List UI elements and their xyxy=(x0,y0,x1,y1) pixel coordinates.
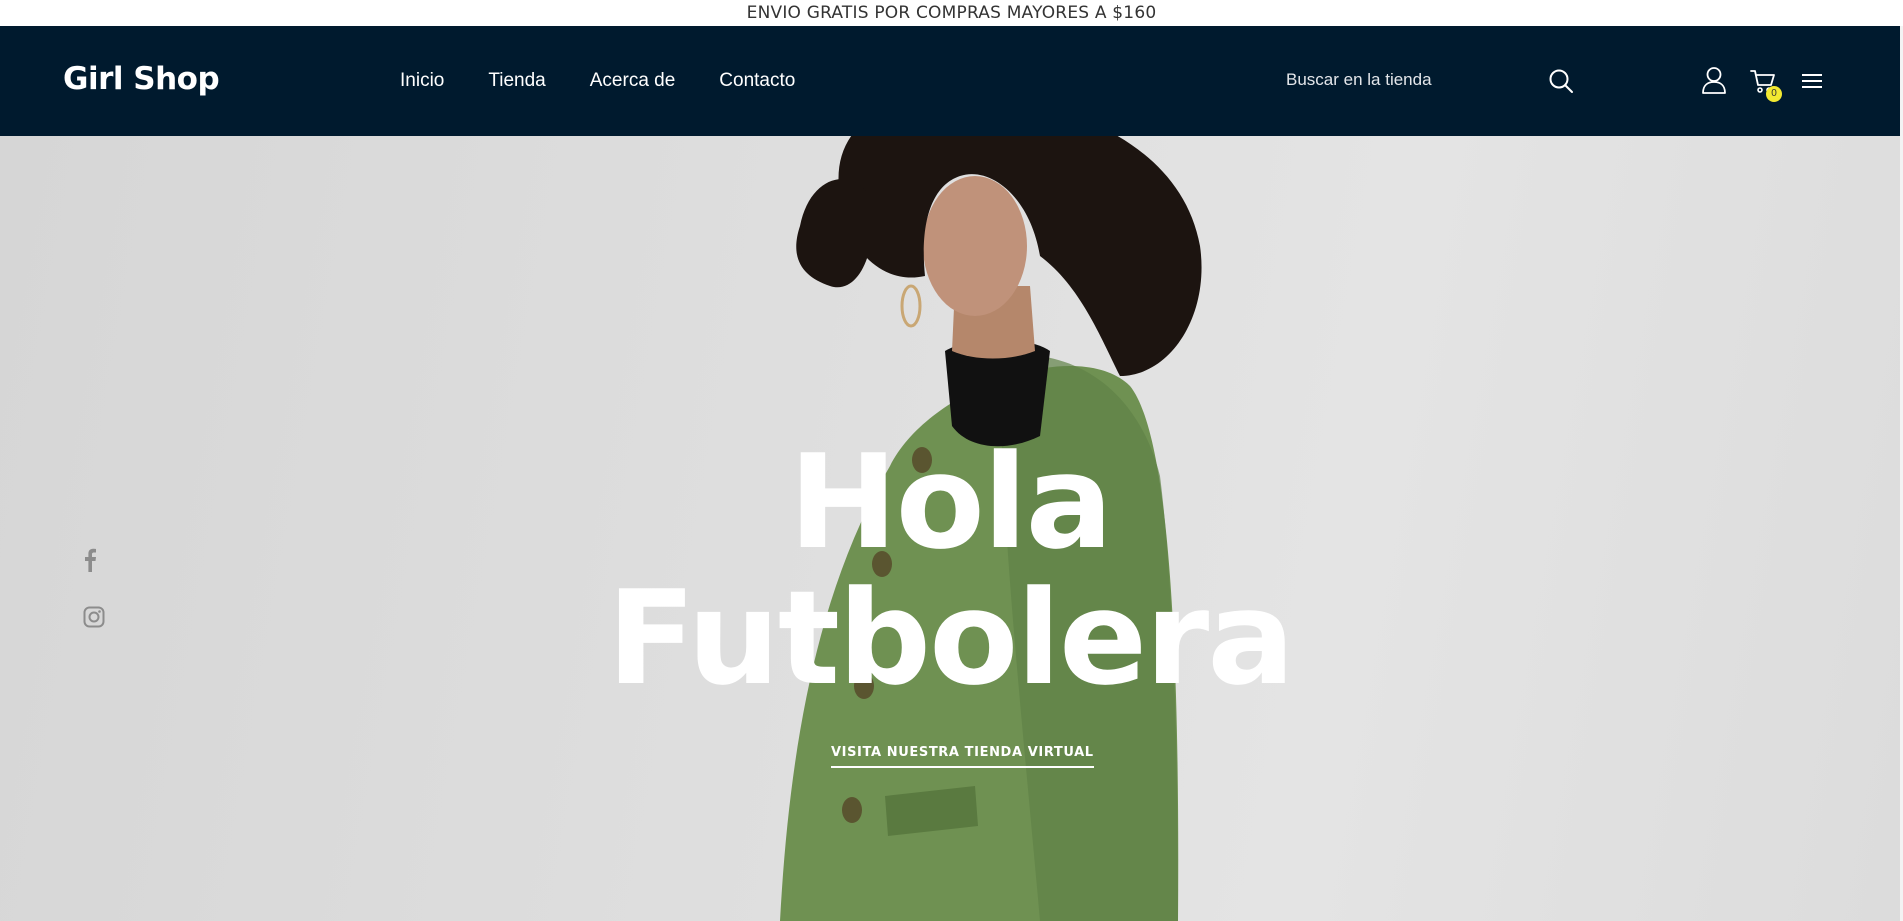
hero-title-line2: Futbolera xyxy=(607,562,1295,714)
user-icon[interactable] xyxy=(1701,66,1727,94)
menu-icon[interactable] xyxy=(1800,72,1824,90)
header: Girl Shop Inicio Tienda Acerca de Contac… xyxy=(0,26,1900,136)
nav-inicio[interactable]: Inicio xyxy=(400,70,444,92)
main-nav: Inicio Tienda Acerca de Contacto xyxy=(400,70,839,92)
announcement-bar: ENVIO GRATIS POR COMPRAS MAYORES A $160 xyxy=(0,0,1903,26)
logo[interactable]: Girl Shop xyxy=(63,61,220,97)
search-input[interactable]: Buscar en la tienda xyxy=(1286,70,1432,90)
announcement-text: ENVIO GRATIS POR COMPRAS MAYORES A $160 xyxy=(746,3,1157,23)
nav-acerca-de[interactable]: Acerca de xyxy=(590,70,676,92)
visit-store-link[interactable]: VISITA NUESTRA TIENDA VIRTUAL xyxy=(831,745,1094,768)
nav-tienda[interactable]: Tienda xyxy=(488,70,545,92)
nav-contacto[interactable]: Contacto xyxy=(719,70,795,92)
search-icon[interactable] xyxy=(1548,68,1574,94)
cart-count-badge: 0 xyxy=(1766,86,1782,102)
hero-title-line1: Hola xyxy=(788,426,1113,578)
